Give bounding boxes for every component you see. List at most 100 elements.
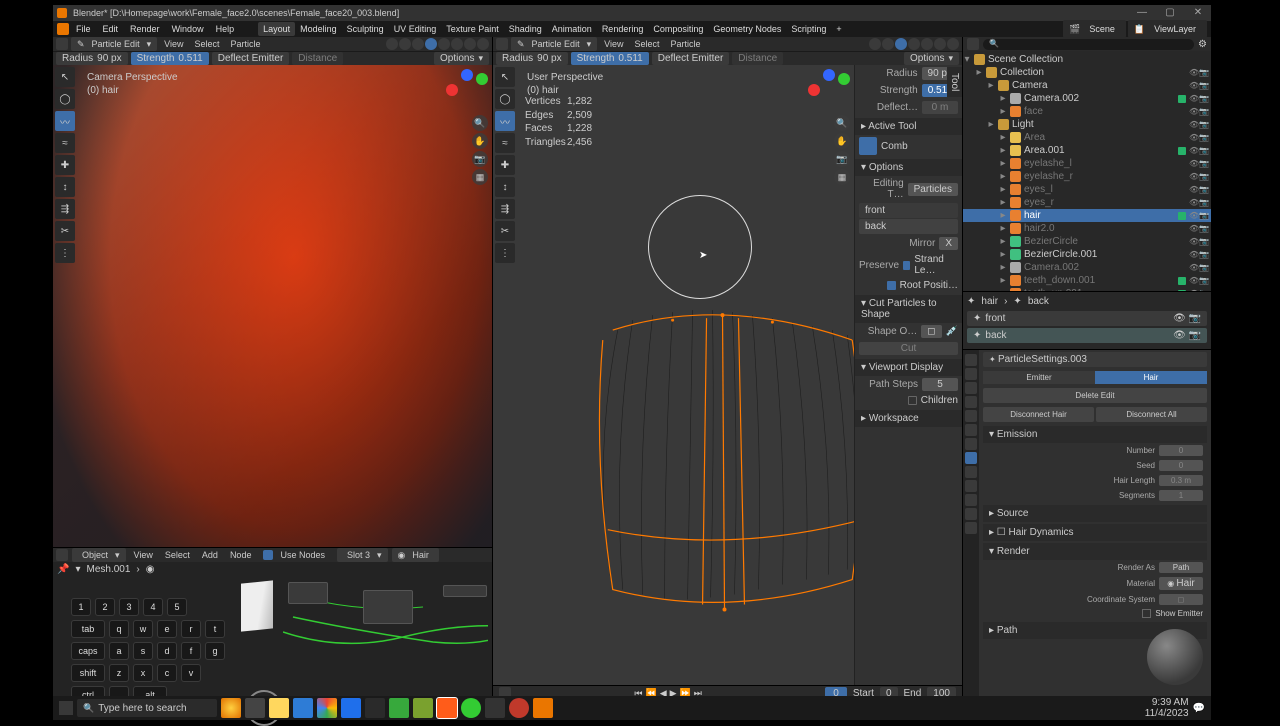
object-breadcrumb[interactable]: hair [981,296,998,307]
taskbar-app-icon[interactable] [221,698,241,718]
visibility-icon[interactable]: 👁 [1189,146,1197,155]
taskbar-search[interactable]: 🔍 Type here to search [77,699,217,717]
render-visibility-icon[interactable]: 📷 [1199,94,1207,103]
scene-selector[interactable]: 🎬 Scene [1063,20,1126,38]
blender-taskbar-icon[interactable] [533,698,553,718]
workspace-tab[interactable]: Scripting [786,22,831,36]
npanel-tab-tool[interactable]: Tool [947,67,962,97]
start-button-icon[interactable] [59,701,73,715]
app-icon[interactable] [437,698,457,718]
workspace-tab[interactable]: Layout [258,22,295,36]
tab-physics-icon[interactable] [965,466,977,478]
outliner-item[interactable]: ▸BezierCircle.001👁📷 [963,248,1211,261]
strength-field[interactable]: Strength0.511 [571,52,649,65]
mode-selector[interactable]: ✎ Particle Edit ▾ [71,37,157,51]
visibility-icon[interactable]: 👁 [1189,94,1197,103]
menu-select[interactable]: Select [630,38,663,50]
visibility-icon[interactable]: 👁 [1189,159,1197,168]
tool-puff-icon[interactable]: ⇶ [55,199,75,219]
menu-node[interactable]: Node [226,549,256,561]
shading-icon[interactable] [947,38,959,50]
path-steps-value[interactable]: 5 [922,378,958,391]
deflect-toggle[interactable]: Deflect Emitter [212,52,290,65]
menu-file[interactable]: File [71,22,96,36]
outliner-item[interactable]: ▸eyelashe_r👁📷 [963,170,1211,183]
viewport-3d-left[interactable]: ↖ ◯ 〰 ≈ ✚ ↕ ⇶ ✂ ⋮ Camera Perspective (0)… [53,65,492,547]
explorer-icon[interactable] [269,698,289,718]
filter-input[interactable]: 🔍 [983,39,1194,50]
tab-modifier-icon[interactable] [965,438,977,450]
outliner-item[interactable]: ▸Camera.002👁📷 [963,92,1211,105]
type-emitter[interactable]: Emitter [983,371,1095,384]
shading-icon[interactable] [934,38,946,50]
options-dropdown[interactable]: Options ▾ [434,52,489,65]
workspace-tab[interactable]: UV Editing [389,22,442,36]
tab-world-icon[interactable] [965,410,977,422]
material-value[interactable]: ◉ Hair [1159,577,1203,590]
tool-add-icon[interactable]: ✚ [495,155,515,175]
tool-length-icon[interactable]: ↕ [55,177,75,197]
task-view-icon[interactable] [245,698,265,718]
outliner-item[interactable]: ▸eyes_r👁📷 [963,196,1211,209]
shading-icon[interactable] [921,38,933,50]
pan-icon[interactable]: ✋ [472,133,488,149]
menu-render[interactable]: Render [125,22,165,36]
visibility-icon[interactable]: 👁 [1189,237,1197,246]
disconnect-all-button[interactable]: Disconnect All [1096,407,1207,422]
ortho-icon[interactable]: ▦ [834,169,850,185]
radius-field[interactable]: Radius90 px [496,52,568,65]
preserve-strand-check[interactable] [903,261,910,270]
editor-type-icon[interactable] [56,38,68,50]
shading-icon[interactable] [451,38,463,50]
visibility-icon[interactable]: 👁 [1189,263,1197,272]
eyedropper-icon[interactable]: 💉 [946,326,958,337]
ps-list-back[interactable]: ✦back👁 📷 [967,328,1207,343]
radius-field[interactable]: Radius90 px [56,52,128,65]
camera-icon[interactable]: 📷 [834,151,850,167]
node-graph[interactable] [283,582,488,672]
render-visibility-icon[interactable]: 📷 [1199,198,1207,207]
panel-active-tool[interactable]: ▸ Active Tool [855,118,962,135]
menu-view[interactable]: View [130,549,157,561]
tool-weight-icon[interactable]: ⋮ [55,243,75,263]
pan-icon[interactable]: ✋ [834,133,850,149]
filter-icon[interactable]: ⚙ [1198,39,1207,50]
slot-selector[interactable]: Slot 3 ▾ [337,548,388,562]
render-visibility-icon[interactable]: 📷 [1199,133,1207,142]
visibility-icon[interactable]: 👁 [1189,250,1197,259]
render-visibility-icon[interactable]: 📷 [1199,250,1207,259]
system-clock[interactable]: 9:39 AM11/4/2023 [1145,697,1189,719]
visibility-icon[interactable]: 👁 [1189,211,1197,220]
menu-select[interactable]: Select [190,38,223,50]
menu-help[interactable]: Help [211,22,240,36]
render-visibility-icon[interactable]: 📷 [1199,237,1207,246]
outliner-item[interactable]: ▸hair👁📷 [963,209,1211,222]
panel-render[interactable]: ▾ Render [983,543,1207,560]
outliner-item[interactable]: ▸face👁📷 [963,105,1211,118]
tool-cursor-icon[interactable]: ↖ [55,67,75,87]
disconnect-hair-button[interactable]: Disconnect Hair [983,407,1094,422]
axis-y-icon[interactable] [838,73,850,85]
tab-viewlayer-icon[interactable] [965,382,977,394]
tool-smooth-icon[interactable]: ≈ [55,133,75,153]
tab-material-icon[interactable] [965,508,977,520]
nav-gizmo[interactable] [446,69,488,111]
viewlayer-selector[interactable]: 📋 ViewLayer [1128,20,1207,38]
panel-workspace[interactable]: ▸ Workspace [855,410,962,427]
menu-particle[interactable]: Particle [666,38,704,50]
ps-breadcrumb[interactable]: back [1028,296,1049,307]
axis-x-icon[interactable] [808,84,820,96]
ps-item-back[interactable]: back [859,219,958,234]
visibility-icon[interactable]: 👁 [1189,133,1197,142]
particle-settings-datablock[interactable]: ✦ ParticleSettings.003 [983,352,1207,367]
panel-emission[interactable]: ▾ Emission [983,426,1207,443]
visibility-icon[interactable]: 👁 [1189,68,1197,77]
outliner-item[interactable]: ▸Camera👁📷 [963,79,1211,92]
workspace-tab[interactable]: Rendering [597,22,649,36]
render-visibility-icon[interactable]: 📷 [1199,120,1207,129]
deflect-toggle[interactable]: Deflect Emitter [652,52,730,65]
tab-constraint-icon[interactable] [965,480,977,492]
camera-icon[interactable]: 📷 [472,151,488,167]
viewport-3d-right[interactable]: ➤ ↖ ◯ 〰 ≈ ✚ ↕ ⇶ ✂ ⋮ User Perspective (0)… [493,65,962,685]
menu-view[interactable]: View [160,38,187,50]
